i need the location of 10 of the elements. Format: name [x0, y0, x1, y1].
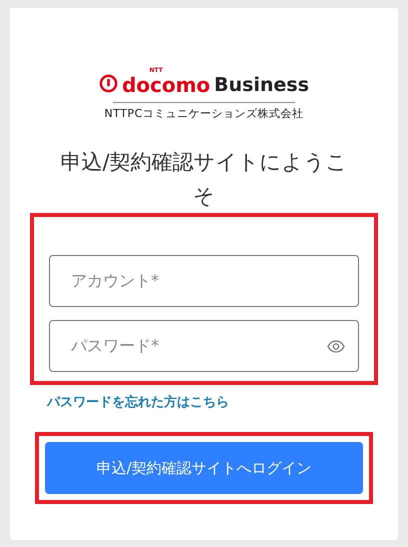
eye-icon[interactable]	[327, 340, 345, 352]
power-icon	[98, 74, 118, 93]
brand-name: docomo	[122, 74, 210, 96]
product-name: Business	[214, 74, 310, 96]
password-field[interactable]: パスワード*	[49, 320, 359, 372]
account-field[interactable]: アカウント*	[49, 254, 359, 306]
forgot-password-link[interactable]: パスワードを忘れた方はこちら	[47, 392, 229, 412]
page-title: 申込/契約確認サイトにようこそ	[59, 148, 349, 210]
login-button[interactable]: 申込/契約確認サイトへログイン	[45, 442, 363, 494]
company-name: NTTPCコミュニケーションズ株式会社	[104, 106, 304, 122]
